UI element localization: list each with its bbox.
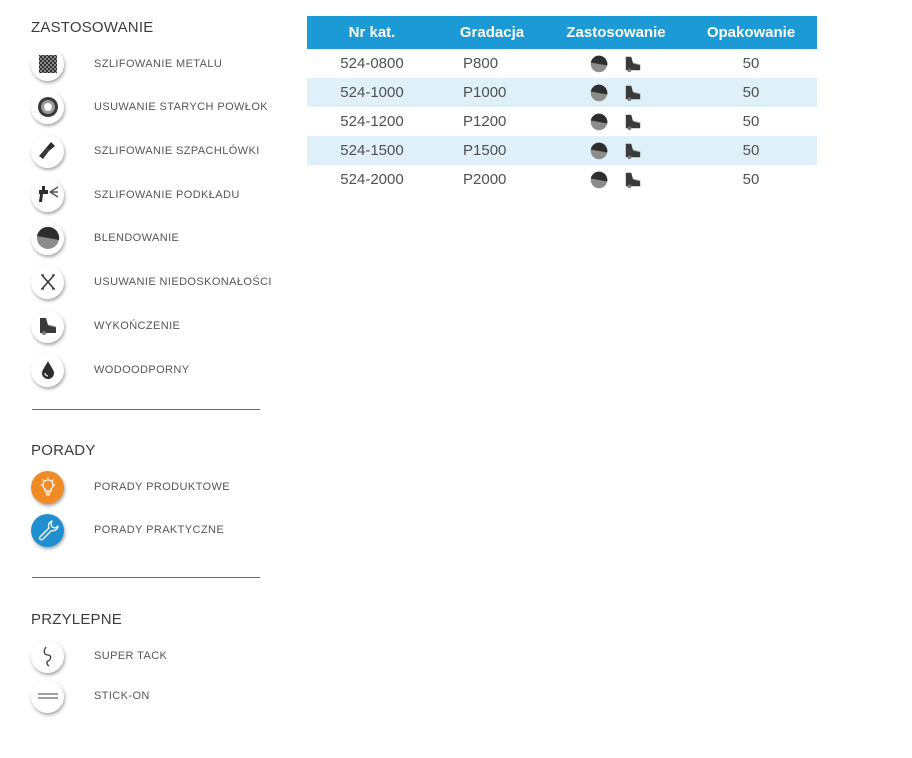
car-finish-icon <box>31 309 64 343</box>
cell-nr-kat: 524-1500 <box>307 136 437 165</box>
legend-item-product-tips: PORADY PRODUKTOWE <box>31 469 291 505</box>
spray-gun-icon <box>31 178 64 212</box>
legend-item-super-tack: SUPER TACK <box>31 638 291 674</box>
legend-title-zastosowanie: ZASTOSOWANIE <box>31 19 154 36</box>
legend-label: STICK-ON <box>94 690 150 702</box>
stick-on-icon <box>31 679 64 713</box>
blending-icon <box>590 55 608 73</box>
legend-label: PORADY PRODUKTOWE <box>94 481 230 493</box>
legend-label: SZLIFOWANIE SZPACHLÓWKI <box>94 145 260 157</box>
legend-item-blending: BLENDOWANIE <box>31 220 291 256</box>
cell-opakowanie: 50 <box>685 136 817 165</box>
legend-label: BLENDOWANIE <box>94 232 180 244</box>
cell-gradacja: P1000 <box>437 78 547 107</box>
legend-item-waterproof: WODOODPORNY <box>31 352 291 388</box>
column-header-opakowanie: Opakowanie <box>685 16 817 49</box>
column-header-nr: Nr kat. <box>307 16 437 49</box>
legend-label: USUWANIE STARYCH POWŁOK <box>94 101 269 113</box>
coating-removal-icon <box>31 90 64 124</box>
blending-icon <box>590 142 608 160</box>
spatula-icon <box>31 134 64 168</box>
column-header-zastosowanie: Zastosowanie <box>547 16 685 49</box>
cell-opakowanie: 50 <box>742 171 760 188</box>
blending-icon <box>590 171 608 189</box>
product-table: Nr kat. Gradacja Zastosowanie Opakowanie… <box>307 16 817 194</box>
cell-gradacja: P2000 <box>463 171 507 188</box>
legend-label: SUPER TACK <box>94 650 168 662</box>
legend-label: PORADY PRAKTYCZNE <box>94 524 225 536</box>
divider <box>32 577 260 578</box>
car-finish-icon <box>623 113 643 131</box>
legend-item-practical-tips: PORADY PRAKTYCZNE <box>31 512 291 548</box>
divider <box>32 409 260 410</box>
legend-label: WODOODPORNY <box>94 364 190 376</box>
legend-label: SZLIFOWANIE PODKŁADU <box>94 189 240 201</box>
table-row: 524-2000 P2000 50 <box>307 165 817 194</box>
cell-gradacja: P800 <box>463 55 499 72</box>
table-header-row: Nr kat. Gradacja Zastosowanie Opakowanie <box>307 16 817 49</box>
legend-item-coating: USUWANIE STARYCH POWŁOK <box>31 89 291 125</box>
cell-zastosowanie <box>547 78 685 107</box>
column-header-gradacja: Gradacja <box>437 16 547 49</box>
cell-nr-kat: 524-0800 <box>340 55 404 72</box>
table-row: 524-1500 P1500 50 <box>307 136 817 165</box>
cell-opakowanie: 50 <box>742 55 760 72</box>
table-row: 524-1200 P1200 50 <box>307 107 817 136</box>
car-finish-icon <box>623 55 643 73</box>
cell-zastosowanie <box>547 49 685 78</box>
car-finish-icon <box>623 84 643 102</box>
water-drop-icon <box>31 353 64 387</box>
cell-zastosowanie <box>547 165 685 194</box>
cell-nr-kat: 524-2000 <box>340 171 404 188</box>
wrench-icon <box>31 513 64 547</box>
legend-item-primer: SZLIFOWANIE PODKŁADU <box>31 177 291 213</box>
cell-gradacja: P1200 <box>463 113 507 130</box>
cell-opakowanie: 50 <box>742 113 760 130</box>
legend-item-imperfection: USUWANIE NIEDOSKONAŁOŚCI <box>31 264 291 300</box>
cell-opakowanie: 50 <box>685 78 817 107</box>
cell-zastosowanie <box>547 136 685 165</box>
x-imperfection-icon <box>31 265 64 299</box>
legend-label: WYKOŃCZENIE <box>94 320 181 332</box>
table-row: 524-0800 P800 50 <box>307 49 817 78</box>
cell-nr-kat: 524-1000 <box>307 78 437 107</box>
car-finish-icon <box>623 142 643 160</box>
legend-label: SZLIFOWANIE METALU <box>94 58 223 70</box>
legend-item-finish: WYKOŃCZENIE <box>31 308 291 344</box>
legend-item-stick-on: STICK-ON <box>31 678 291 714</box>
legend-title-przylepne: PRZYLEPNE <box>31 611 122 628</box>
cell-zastosowanie <box>547 107 685 136</box>
super-tack-icon <box>31 639 64 673</box>
metal-grinding-icon <box>31 47 64 81</box>
cell-nr-kat: 524-1200 <box>340 113 404 130</box>
lightbulb-icon <box>31 470 64 504</box>
blending-icon <box>31 221 64 255</box>
car-finish-icon <box>623 171 643 189</box>
legend-label: USUWANIE NIEDOSKONAŁOŚCI <box>94 276 272 288</box>
blending-icon <box>590 84 608 102</box>
legend-item-metal: SZLIFOWANIE METALU <box>31 46 291 82</box>
blending-icon <box>590 113 608 131</box>
table-row: 524-1000 P1000 50 <box>307 78 817 107</box>
legend-title-porady: PORADY <box>31 442 96 459</box>
cell-gradacja: P1500 <box>437 136 547 165</box>
legend-item-spatula: SZLIFOWANIE SZPACHLÓWKI <box>31 133 291 169</box>
